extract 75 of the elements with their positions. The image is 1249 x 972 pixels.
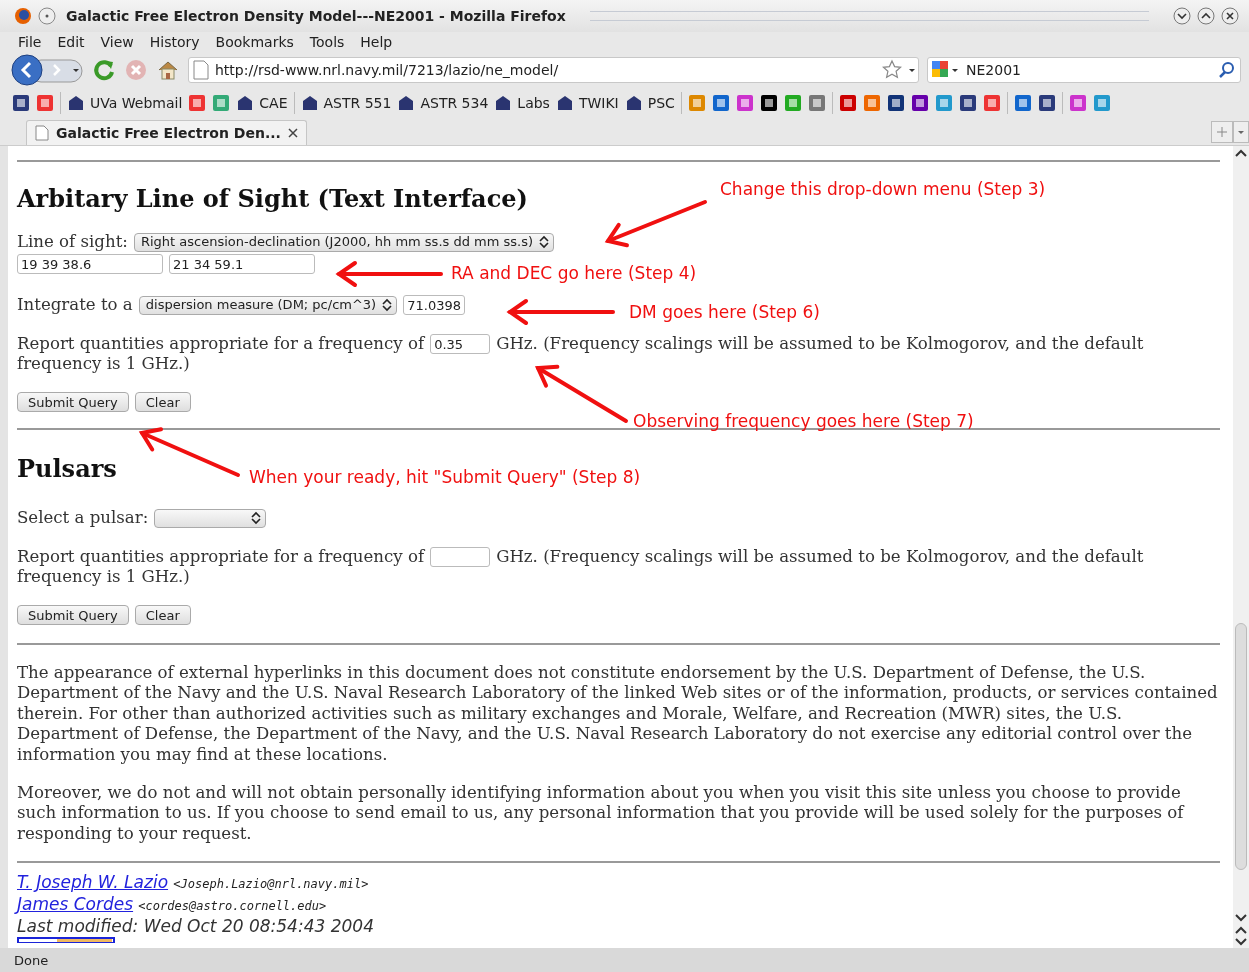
close-icon[interactable] — [1221, 7, 1239, 25]
input-field[interactable]: 21 34 59.1 — [169, 254, 315, 274]
annotation: Observing frequency goes here (Step 7) — [633, 411, 974, 431]
submit-button[interactable]: Submit Query — [17, 605, 129, 625]
star-icon[interactable] — [882, 59, 918, 81]
bookmark[interactable]: CAE — [236, 94, 288, 112]
clear-button[interactable]: Clear — [134, 605, 191, 625]
scroll-up-icon[interactable] — [1233, 924, 1249, 936]
author-link[interactable]: T. Joseph W. Lazio — [17, 872, 169, 893]
dropdown[interactable]: dispersion measure (DM; pc/cm^3) — [138, 295, 398, 315]
scrollbar-thumb[interactable] — [1235, 623, 1247, 870]
menu-item[interactable]: History — [141, 34, 208, 50]
tab[interactable]: Galactic Free Electron Den... — [26, 120, 307, 145]
email-address: <cordes@astro.cornell.edu> — [138, 899, 327, 914]
input-field[interactable] — [430, 547, 491, 567]
field-note: GHz. (Frequency scalings will be assumed to be Kolmogorov, and the default — [496, 334, 1144, 354]
last-modified: Last modified: Wed Oct 20 08:54:43 2004 — [17, 916, 375, 937]
menu-item[interactable]: File — [10, 34, 50, 50]
bookmark-icon[interactable] — [12, 94, 30, 112]
bookmark[interactable]: ASTR 534 — [397, 94, 489, 112]
search-field[interactable]: NE2001 — [927, 57, 1241, 83]
bookmark-icon[interactable] — [759, 94, 778, 112]
bookmark-icon[interactable] — [910, 94, 929, 112]
bookmark[interactable]: TWIKI — [555, 94, 619, 112]
menu-item[interactable]: Help — [352, 34, 401, 50]
email-address: <Joseph.Lazio@nrl.navy.mil> — [173, 877, 369, 892]
paragraph: The appearance of external hyperlinks in this document does not constitute endorsement by the U.S. Department of Defense, the U.S. Department of the Navy and the U.S. Naval Research Laboratory of the linked Web sites or of the information, products, or services contained therein. For other than authorized activities such as military exchanges and Morale, Welfare, and Recreation (MWR) sites, the U.S. Department of Defense, the Department of the Navy, and the U.S. Naval Research Laboratory do not exercise any editorial control over the information you may find at these locations. — [17, 663, 1219, 766]
bookmark[interactable]: UVa Webmail — [67, 94, 183, 112]
annotation: RA and DEC go here (Step 4) — [451, 263, 697, 283]
annotation: When your ready, hit "Submit Query" (Step 8) — [249, 467, 641, 487]
search-icon[interactable] — [1218, 61, 1236, 79]
bookmark[interactable]: Labs — [494, 94, 550, 112]
bookmark-icon[interactable] — [1037, 94, 1056, 112]
status-text: Done — [14, 952, 49, 968]
submit-button[interactable]: Submit Query — [17, 392, 129, 412]
paragraph: Moreover, we do not and will not obtain personally identifying information about you when you visit this site unless you choose to provide such information to us. If you choose to send email to us, any personal information that you provide will be used solely for the purposes of responding to your request. — [17, 783, 1186, 845]
reload-icon[interactable] — [92, 58, 116, 82]
annotation: Change this drop-down menu (Step 3) — [720, 179, 1046, 199]
close-icon[interactable] — [287, 128, 298, 138]
window-title: Galactic Free Electron Density Model---NE2001 - Mozilla Firefox — [66, 8, 566, 24]
page-icon[interactable] — [35, 125, 49, 141]
field-note: frequency is 1 GHz.) — [17, 354, 190, 374]
section-heading: Arbitary Line of Sight (Text Interface) — [17, 184, 528, 214]
minimize-icon[interactable] — [1173, 7, 1191, 25]
field-label: Select a pulsar: — [17, 508, 149, 528]
field-note: frequency is 1 GHz.) — [17, 567, 190, 587]
section-heading: Pulsars — [17, 454, 117, 484]
menu-item[interactable]: Edit — [49, 34, 93, 50]
updown-icon[interactable] — [539, 235, 550, 249]
back-forward-icon[interactable] — [10, 54, 84, 86]
field-label: Line of sight: — [17, 232, 128, 252]
address-field[interactable]: http://rsd-www.nrl.navy.mil/7213/lazio/ne_model/ — [188, 57, 919, 83]
window-menu-icon[interactable] — [38, 7, 56, 25]
menu-item[interactable]: View — [92, 34, 142, 50]
updown-icon[interactable] — [251, 511, 262, 525]
menu-item[interactable]: Bookmarks — [207, 34, 302, 50]
field-label: Report quantities appropriate for a frequency of — [17, 547, 425, 567]
bookmark[interactable]: PSC — [624, 94, 675, 112]
menu-item[interactable]: Tools — [301, 34, 353, 50]
input-field[interactable]: 71.0398 — [403, 295, 466, 315]
input-field[interactable]: 0.35 — [430, 334, 491, 354]
field-note: GHz. (Frequency scalings will be assumed to be Kolmogorov, and the default — [496, 547, 1144, 567]
input-field[interactable]: 19 39 38.6 — [17, 254, 163, 274]
scroll-down-icon[interactable] — [1233, 936, 1249, 948]
field-label: Integrate to a — [17, 295, 133, 315]
browser-logo-icon[interactable] — [14, 7, 32, 25]
bookmark-icon[interactable] — [886, 94, 905, 112]
clear-button[interactable]: Clear — [134, 392, 191, 412]
bookmark-icon[interactable] — [958, 94, 977, 112]
field-label: Report quantities appropriate for a frequency of — [17, 334, 425, 354]
bookmark[interactable]: ASTR 551 — [300, 94, 392, 112]
maximize-icon[interactable] — [1197, 7, 1215, 25]
updown-icon[interactable] — [382, 298, 393, 312]
annotation: DM goes here (Step 6) — [629, 302, 820, 322]
dropdown[interactable]: Right ascension-declination (J2000, hh mm ss.s dd mm ss.s) — [133, 232, 555, 252]
